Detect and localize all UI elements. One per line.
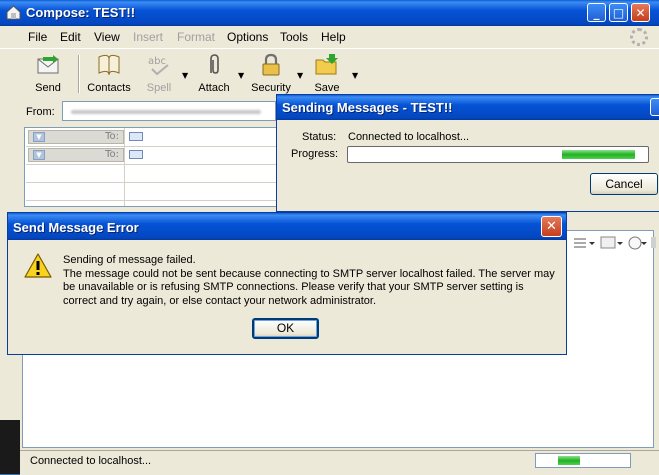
progress-label: Progress: [291, 148, 339, 160]
status-progress-bar [535, 453, 631, 468]
background-strip [0, 420, 20, 474]
status-label: Status: [302, 131, 337, 143]
address-list[interactable]: ▼ To: ▼ To: [24, 127, 277, 207]
sending-progress-bar [347, 146, 649, 163]
status-value: Connected to localhost... [348, 131, 470, 143]
address-card-icon [129, 132, 143, 141]
minimize-button[interactable]: _ [587, 3, 606, 22]
menu-tools[interactable]: Tools [280, 30, 308, 44]
spell-button[interactable]: abc Spell [144, 53, 174, 94]
address-type-label: To: [105, 131, 119, 142]
error-message-line: The message could not be sent because co… [63, 267, 555, 280]
paperclip-icon [210, 54, 219, 74]
menu-help[interactable]: Help [321, 30, 346, 44]
address-row[interactable]: ▼ To: [26, 129, 276, 147]
sending-dialog-title: Sending Messages - TEST!! [282, 100, 453, 115]
save-label: Save [314, 82, 340, 94]
format-toolbar-fragment [574, 236, 656, 250]
address-type-select[interactable]: ▼ To: [28, 130, 124, 144]
from-field[interactable] [62, 101, 276, 121]
menu-format[interactable]: Format [177, 30, 215, 44]
sending-dialog-title-bar[interactable]: Sending Messages - TEST!! [277, 95, 659, 120]
more-icon[interactable] [651, 237, 656, 248]
smiley-icon[interactable] [628, 236, 647, 250]
send-icon [37, 55, 59, 74]
send-label: Send [35, 82, 61, 94]
error-dialog-close-button[interactable]: ✕ [541, 216, 562, 237]
lock-icon [262, 53, 280, 76]
compose-window-icon [6, 5, 21, 20]
send-button[interactable]: Send [30, 53, 66, 94]
compose-title-bar[interactable]: Compose: TEST!! [0, 0, 659, 26]
from-label: From: [26, 106, 55, 118]
contacts-book-icon [98, 54, 120, 76]
contacts-button[interactable]: Contacts [86, 53, 132, 94]
status-text: Connected to localhost... [30, 455, 152, 467]
security-label: Security [251, 82, 291, 94]
sending-dialog-close-button[interactable] [650, 98, 659, 116]
chevron-down-icon: ▼ [33, 150, 45, 160]
chevron-down-icon: ▼ [33, 132, 45, 142]
attach-label: Attach [198, 82, 230, 94]
menu-edit[interactable]: Edit [60, 30, 81, 44]
address-row-empty[interactable] [26, 183, 276, 201]
spell-check-icon: abc [148, 56, 169, 76]
toolbar-separator [78, 55, 80, 93]
attach-button[interactable]: Attach [196, 53, 232, 94]
error-message: Sending of message failed. The message c… [63, 254, 555, 308]
ok-button[interactable]: OK [252, 318, 319, 339]
address-row-empty[interactable] [26, 165, 276, 183]
save-folder-icon [315, 54, 338, 75]
address-type-select[interactable]: ▼ To: [28, 148, 124, 162]
warning-icon [24, 253, 52, 278]
toolbar: Send Contacts abc Spell ▼ Attach ▼ Secur… [0, 48, 659, 100]
error-message-line: be unavailable or is refusing SMTP conne… [63, 281, 524, 293]
svg-text:abc: abc [148, 56, 166, 67]
save-dropdown-icon[interactable]: ▼ [352, 71, 358, 80]
error-dialog-title-bar[interactable]: Send Message Error [8, 213, 566, 240]
insert-image-icon[interactable] [600, 236, 623, 249]
error-message-line: Sending of message failed. [63, 254, 196, 266]
menu-insert[interactable]: Insert [133, 30, 163, 44]
menu-view[interactable]: View [94, 30, 120, 44]
error-dialog-title: Send Message Error [13, 220, 139, 235]
close-button[interactable]: ✕ [631, 3, 650, 22]
security-button[interactable]: Security [250, 53, 292, 94]
menu-options[interactable]: Options [227, 30, 268, 44]
error-message-line: correct and try again, or else contact y… [63, 294, 377, 307]
status-progress-fill [558, 456, 580, 465]
save-button[interactable]: Save [312, 53, 342, 94]
address-card-icon [129, 150, 143, 159]
list-style-icon[interactable] [574, 238, 595, 248]
from-value-obscured [71, 110, 261, 114]
cancel-button[interactable]: Cancel [590, 173, 658, 195]
maximize-button[interactable]: □ [609, 3, 628, 22]
compose-title: Compose: TEST!! [26, 5, 136, 20]
address-type-label: To: [105, 149, 119, 160]
contacts-label: Contacts [87, 82, 131, 94]
spell-label: Spell [146, 82, 172, 94]
security-dropdown-icon[interactable]: ▼ [297, 71, 303, 80]
menu-file[interactable]: File [28, 30, 47, 44]
sending-progress-fill [562, 150, 635, 159]
address-row[interactable]: ▼ To: [26, 147, 276, 165]
menu-bar: File Edit View Insert Format Options Too… [0, 26, 659, 48]
activity-throbber-icon [630, 28, 648, 46]
attach-dropdown-icon[interactable]: ▼ [238, 71, 244, 80]
spell-dropdown-icon[interactable]: ▼ [182, 71, 188, 80]
